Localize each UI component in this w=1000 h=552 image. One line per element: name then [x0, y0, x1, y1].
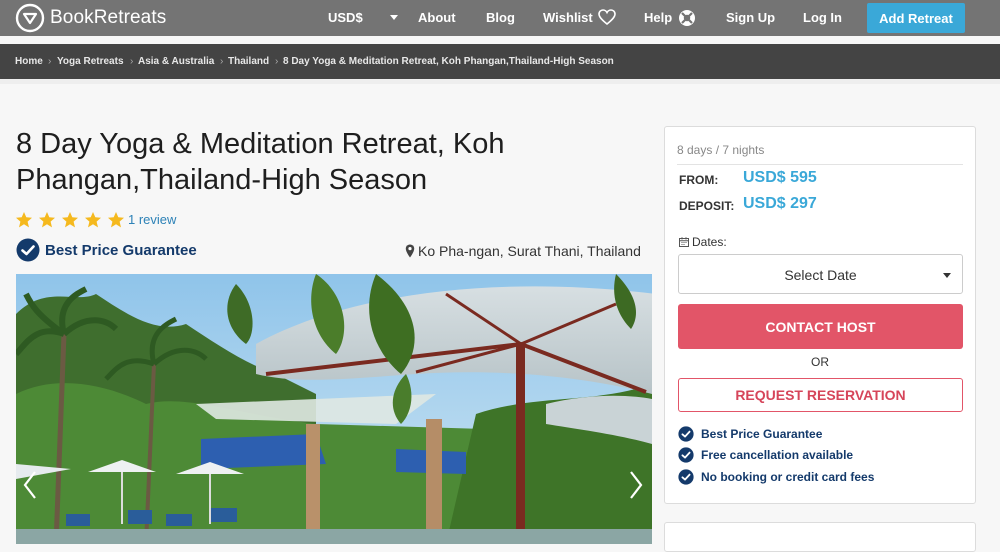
breadcrumb-current-page: 8 Day Yoga & Meditation Retreat, Koh Pha…: [283, 56, 614, 67]
header-divider: [0, 79, 1000, 84]
location-text: Ko Pha-ngan, Surat Thani, Thailand: [418, 243, 641, 259]
previous-photo-chevron-left-icon[interactable]: [22, 470, 38, 500]
breadcrumb-separator: ›: [275, 56, 279, 67]
chevron-down-icon: [943, 273, 951, 278]
breadcrumb-separator: ›: [130, 56, 134, 67]
from-price-value: USD$ 595: [743, 169, 817, 186]
feature-free-cancellation: Free cancellation available: [678, 447, 853, 463]
deposit-value: USD$ 297: [743, 195, 817, 212]
best-price-guarantee-label: Best Price Guarantee: [45, 241, 197, 259]
deposit-label: DEPOSIT:: [679, 199, 735, 213]
brand-name: BookRetreats: [50, 7, 167, 28]
divider: [677, 164, 963, 165]
check-badge-icon: [16, 238, 40, 262]
bookretreats-logo-icon: [15, 3, 45, 33]
add-retreat-button[interactable]: Add Retreat: [867, 3, 965, 33]
top-navigation: BookRetreats USD$ About Blog Wishlist He…: [0, 0, 1000, 36]
breadcrumb-asia-australia[interactable]: Asia & Australia: [138, 44, 214, 79]
star-icon: [85, 212, 101, 228]
best-price-guarantee: Best Price Guarantee: [16, 238, 197, 262]
currency-selector[interactable]: USD$: [328, 0, 363, 36]
star-icon: [108, 212, 124, 228]
star-icon: [62, 212, 78, 228]
select-date-dropdown[interactable]: Select Date: [678, 254, 963, 294]
breadcrumb-separator: ›: [48, 56, 52, 67]
contact-host-button[interactable]: CONTACT HOST: [678, 304, 963, 349]
nav-help[interactable]: Help: [644, 0, 672, 36]
star-icon: [16, 212, 32, 228]
feature-no-fees: No booking or credit card fees: [678, 469, 874, 485]
reviews-link[interactable]: 1 review: [128, 212, 176, 227]
request-reservation-button[interactable]: REQUEST RESERVATION: [678, 378, 963, 412]
or-separator: OR: [811, 355, 829, 369]
dates-label-text: Dates:: [692, 235, 727, 249]
rating-stars: [15, 211, 130, 229]
check-circle-icon: [678, 426, 694, 442]
nav-about[interactable]: About: [418, 0, 456, 36]
feature-best-price: Best Price Guarantee: [678, 426, 822, 442]
breadcrumb: Home › Yoga Retreats › Asia & Australia …: [0, 44, 1000, 79]
nav-sign-up[interactable]: Sign Up: [726, 0, 775, 36]
help-lifebuoy-icon[interactable]: [678, 9, 696, 27]
feature-label: Best Price Guarantee: [701, 427, 823, 441]
page-title: 8 Day Yoga & Meditation Retreat, Koh Pha…: [16, 128, 505, 196]
secondary-panel: [664, 522, 976, 552]
nav-blog[interactable]: Blog: [486, 0, 515, 36]
chevron-down-icon[interactable]: [390, 15, 398, 20]
check-circle-icon: [678, 469, 694, 485]
feature-label: No booking or credit card fees: [701, 470, 875, 484]
brand-logo[interactable]: BookRetreats: [15, 3, 166, 33]
from-price-label: FROM:: [679, 173, 719, 187]
breadcrumb-separator: ›: [220, 56, 224, 67]
heart-icon[interactable]: [598, 9, 616, 25]
next-photo-chevron-right-icon[interactable]: [628, 470, 644, 500]
nav-log-in[interactable]: Log In: [803, 0, 842, 36]
breadcrumb-home[interactable]: Home: [15, 44, 43, 79]
calendar-icon: [679, 237, 689, 247]
booking-panel: 8 days / 7 nights FROM: USD$ 595 DEPOSIT…: [664, 126, 976, 504]
feature-label: Free cancellation available: [701, 448, 854, 462]
check-circle-icon: [678, 447, 694, 463]
dates-label: Dates:: [679, 235, 727, 249]
select-date-value: Select Date: [784, 267, 857, 283]
star-icon: [39, 212, 55, 228]
map-pin-icon: [405, 244, 415, 258]
breadcrumb-yoga-retreats[interactable]: Yoga Retreats: [57, 44, 124, 79]
breadcrumb-thailand[interactable]: Thailand: [228, 44, 269, 79]
duration-text: 8 days / 7 nights: [677, 143, 765, 157]
location: Ko Pha-ngan, Surat Thani, Thailand: [405, 243, 641, 259]
nav-wishlist[interactable]: Wishlist: [543, 0, 593, 36]
retreat-photo[interactable]: [16, 274, 652, 544]
